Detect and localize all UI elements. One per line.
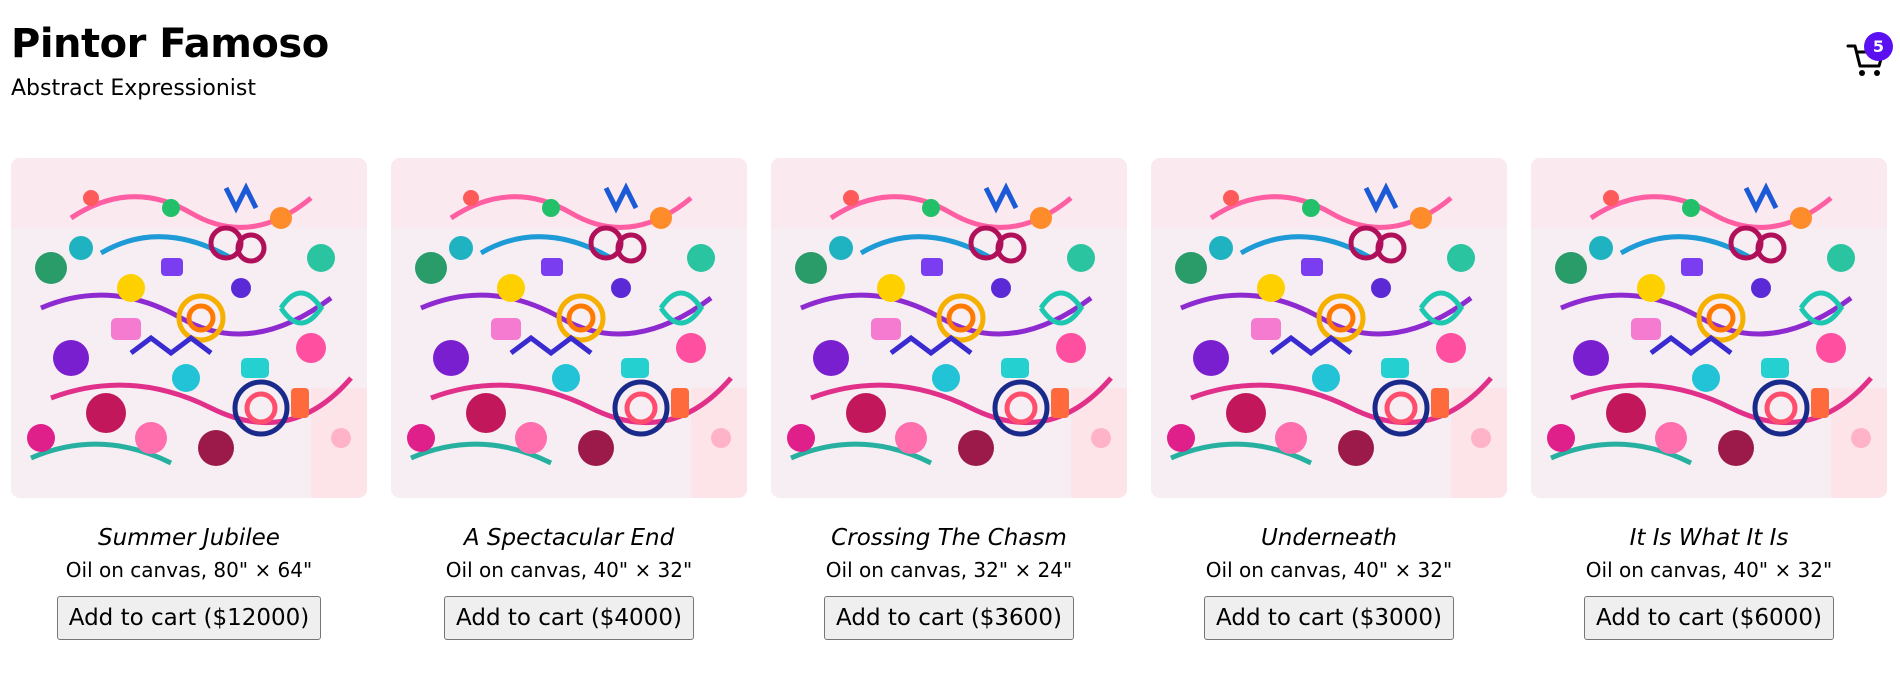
add-to-cart-button[interactable]: Add to cart ($6000) (1584, 596, 1834, 640)
artist-style: Abstract Expressionist (11, 76, 256, 101)
add-to-cart-button[interactable]: Add to cart ($3000) (1204, 596, 1454, 640)
artist-name: Pintor Famoso (11, 21, 329, 67)
painting-title: Crossing The Chasm (831, 525, 1067, 551)
painting-image (1151, 158, 1507, 498)
painting-card: It Is What It Is Oil on canvas, 40" × 32… (1531, 158, 1887, 640)
cart-count-badge: 5 (1864, 32, 1893, 61)
painting-card: A Spectacular End Oil on canvas, 40" × 3… (391, 158, 747, 640)
painting-medium: Oil on canvas, 32" × 24" (825, 558, 1073, 582)
painting-medium: Oil on canvas, 40" × 32" (1585, 558, 1833, 582)
painting-title: Underneath (1260, 525, 1398, 551)
painting-medium: Oil on canvas, 80" × 64" (65, 558, 313, 582)
painting-medium: Oil on canvas, 40" × 32" (445, 558, 693, 582)
painting-card: Underneath Oil on canvas, 40" × 32" Add … (1151, 158, 1507, 640)
page-header: Pintor Famoso Abstract Expressionist (11, 14, 329, 104)
painting-title: A Spectacular End (463, 525, 675, 551)
painting-gallery: Summer Jubilee Oil on canvas, 80" × 64" … (11, 158, 1887, 640)
add-to-cart-button[interactable]: Add to cart ($3600) (824, 596, 1074, 640)
painting-image (1531, 158, 1887, 498)
painting-image (11, 158, 367, 498)
painting-card: Crossing The Chasm Oil on canvas, 32" × … (771, 158, 1127, 640)
painting-medium: Oil on canvas, 40" × 32" (1205, 558, 1453, 582)
add-to-cart-button[interactable]: Add to cart ($4000) (444, 596, 694, 640)
painting-image (771, 158, 1127, 498)
cart-button[interactable]: 5 (1836, 30, 1896, 90)
painting-card: Summer Jubilee Oil on canvas, 80" × 64" … (11, 158, 367, 640)
painting-image (391, 158, 747, 498)
painting-title: Summer Jubilee (98, 525, 280, 551)
painting-title: It Is What It Is (1629, 525, 1789, 551)
add-to-cart-button[interactable]: Add to cart ($12000) (56, 596, 322, 640)
